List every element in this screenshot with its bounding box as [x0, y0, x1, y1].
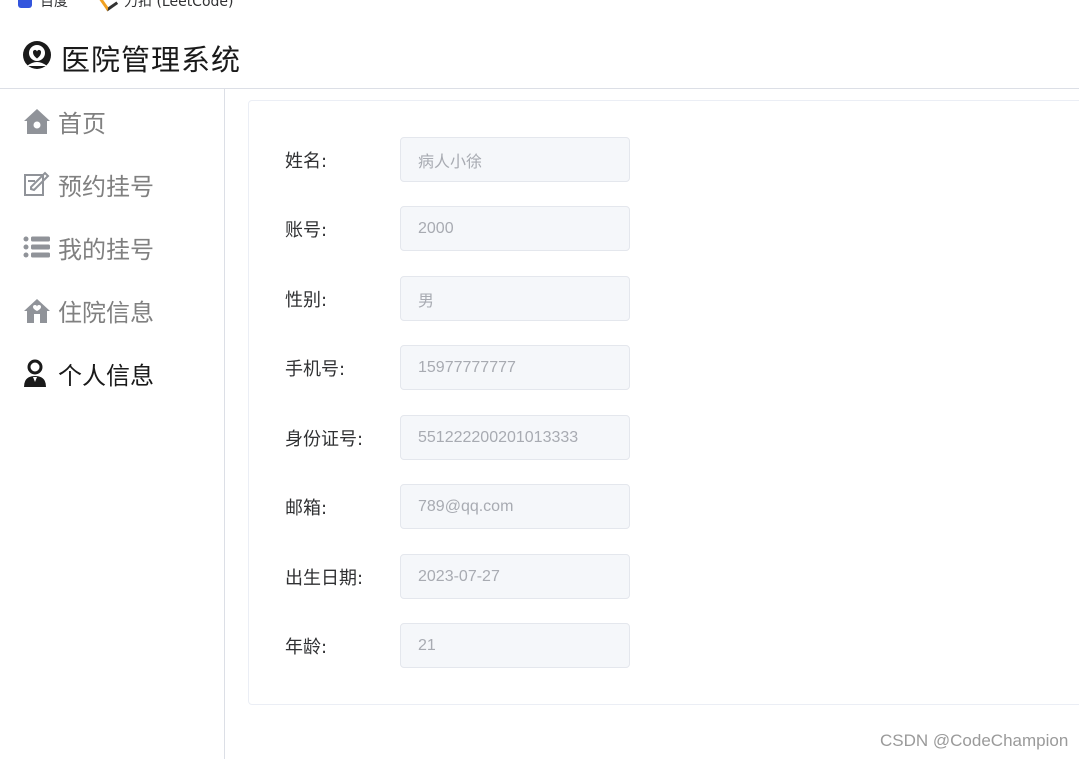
profile-card: 姓名: 病人小徐 账号: 2000 性别: 男 手机号: 15977777777…	[248, 100, 1079, 705]
sidebar-item-label: 预约挂号	[58, 172, 154, 201]
edit-icon	[22, 169, 52, 199]
bookmark-leetcode[interactable]: 力扣 (LeetCode)	[100, 0, 233, 11]
sidebar-item-profile[interactable]: 个人信息	[22, 353, 154, 393]
field-label: 年龄:	[285, 636, 328, 658]
field-label: 身份证号:	[285, 428, 364, 450]
form-row-email: 邮箱: 789@qq.com	[285, 484, 630, 529]
sidebar-item-label: 我的挂号	[58, 235, 154, 264]
field-label: 出生日期:	[285, 567, 364, 589]
sidebar-item-home[interactable]: 首页	[22, 101, 106, 141]
bookmark-baidu[interactable]: 百度	[18, 0, 68, 11]
form-row-name: 姓名: 病人小徐	[285, 137, 630, 182]
field-label: 性别:	[285, 289, 328, 311]
field-label: 账号:	[285, 219, 328, 241]
sidebar-item-label: 个人信息	[58, 361, 154, 390]
account-field[interactable]: 2000	[400, 206, 630, 251]
sidebar-item-hospitalization[interactable]: 住院信息	[22, 290, 154, 330]
sidebar-item-appointment[interactable]: 预约挂号	[22, 164, 154, 204]
list-icon	[22, 232, 52, 262]
baidu-icon	[18, 0, 32, 8]
field-label: 邮箱:	[285, 497, 328, 519]
sidebar: 首页 预约挂号 我的挂号 住院信息 个人信息	[0, 89, 225, 759]
house-icon	[22, 295, 52, 325]
form-row-birthdate: 出生日期: 2023-07-27	[285, 554, 630, 599]
field-label: 手机号:	[285, 358, 346, 380]
email-field[interactable]: 789@qq.com	[400, 484, 630, 529]
id-number-field[interactable]: 551222200201013333	[400, 415, 630, 460]
user-icon	[22, 358, 52, 388]
age-field[interactable]: 21	[400, 623, 630, 668]
form-row-gender: 性别: 男	[285, 276, 630, 321]
bookmarks-bar: 百度 力扣 (LeetCode)	[0, 0, 1079, 11]
home-icon	[22, 106, 52, 136]
name-field[interactable]: 病人小徐	[400, 137, 630, 182]
bookmark-label: 力扣 (LeetCode)	[124, 0, 234, 10]
watermark: CSDN @CodeChampion	[880, 731, 1069, 750]
app-header: 医院管理系统	[0, 22, 1079, 89]
app-title: 医院管理系统	[61, 43, 242, 77]
form-row-id-number: 身份证号: 551222200201013333	[285, 415, 630, 460]
sidebar-item-label: 首页	[58, 109, 106, 138]
birthdate-field[interactable]: 2023-07-27	[400, 554, 630, 599]
form-row-account: 账号: 2000	[285, 206, 630, 251]
sidebar-item-label: 住院信息	[58, 298, 154, 327]
form-row-age: 年龄: 21	[285, 623, 630, 668]
bookmark-label: 百度	[40, 0, 68, 10]
sidebar-item-my-registrations[interactable]: 我的挂号	[22, 227, 154, 267]
field-label: 姓名:	[285, 150, 328, 172]
gender-field[interactable]: 男	[400, 276, 630, 321]
phone-field[interactable]: 15977777777	[400, 345, 630, 390]
form-row-phone: 手机号: 15977777777	[285, 345, 630, 390]
doctor-logo-icon	[22, 40, 52, 70]
leetcode-icon	[100, 0, 116, 9]
